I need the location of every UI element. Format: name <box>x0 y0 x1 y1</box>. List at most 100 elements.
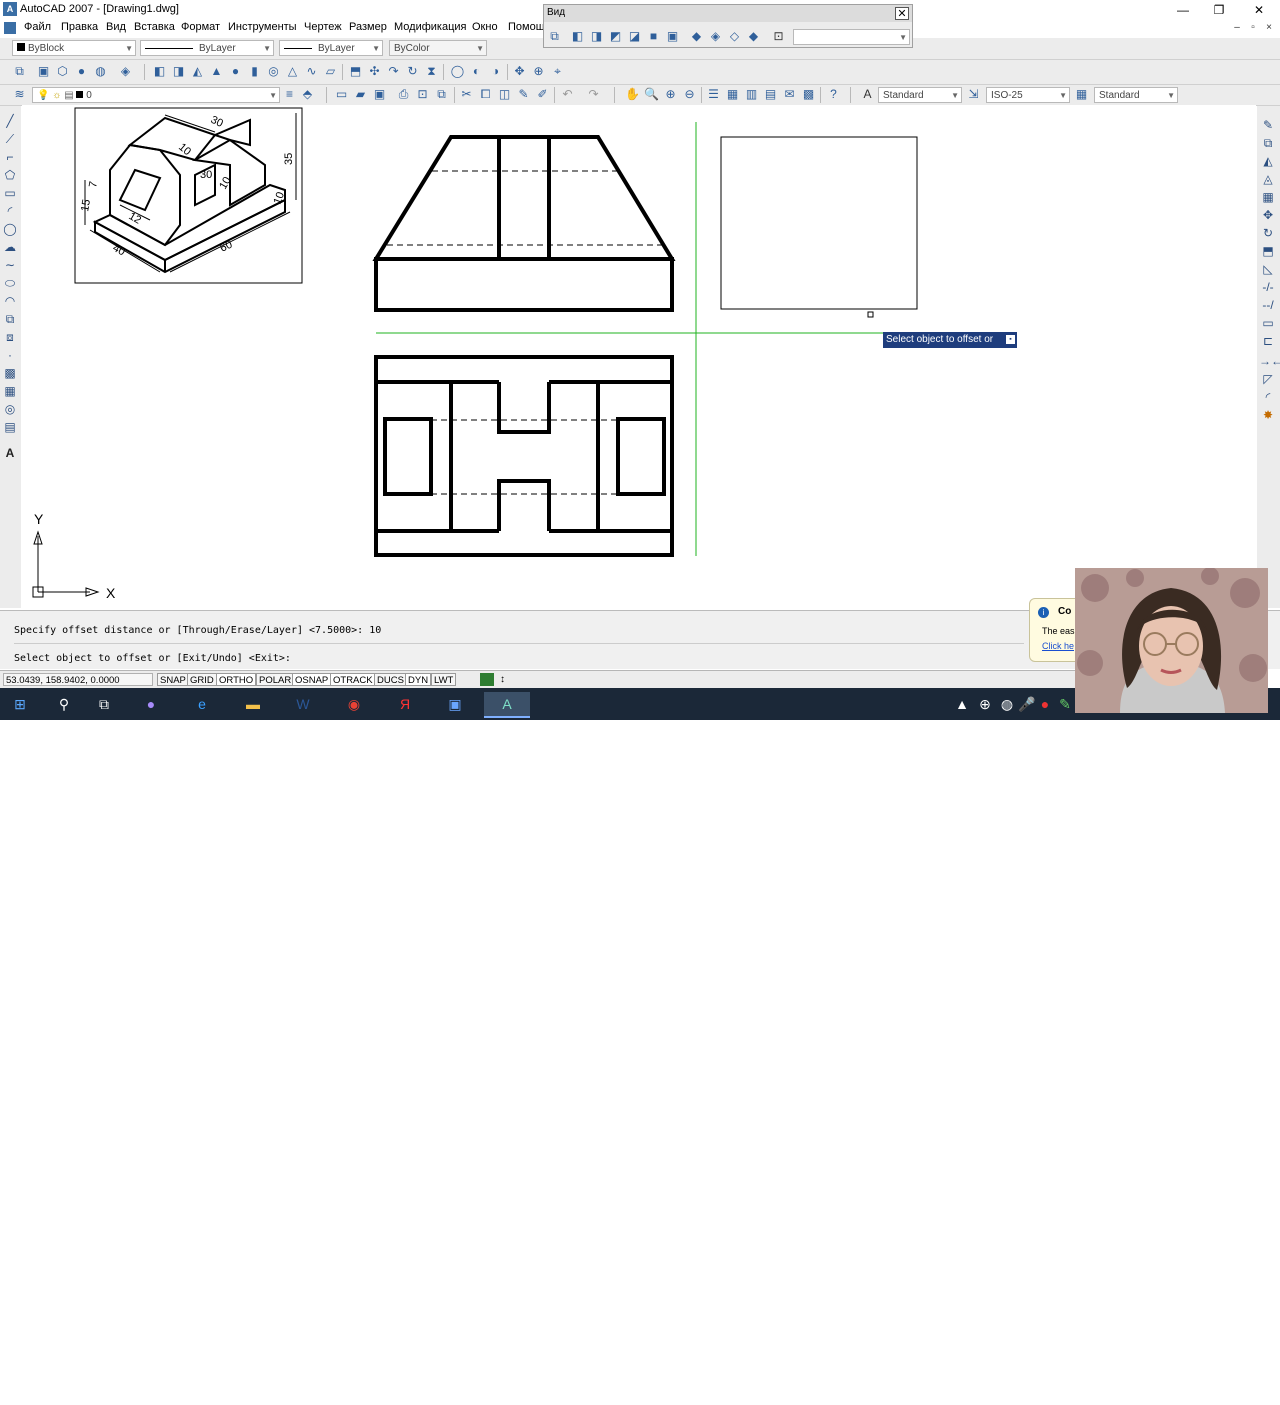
move-icon[interactable]: ✥ <box>1259 206 1277 224</box>
copy-object-icon[interactable]: ⧉ <box>1259 134 1277 152</box>
menu-insert[interactable]: Вставка <box>134 21 175 33</box>
chrome-icon[interactable]: ◉ <box>340 692 368 716</box>
lineweight-combo[interactable]: ByLayer ▼ <box>279 40 383 56</box>
3d-move-icon[interactable]: ✥ <box>512 64 527 79</box>
cube-icon[interactable]: ⬡ <box>55 64 70 79</box>
polygon-icon[interactable]: ⬠ <box>1 166 19 184</box>
workspace-icon[interactable]: ⧉ <box>12 64 27 79</box>
undo-icon[interactable]: ↶ <box>560 87 575 102</box>
scale-icon[interactable]: ⬒ <box>1259 242 1277 260</box>
subtract-icon[interactable]: ◐ <box>469 64 484 79</box>
view-combo[interactable]: ▼ <box>793 29 910 45</box>
revision-cloud-icon[interactable]: ☁ <box>1 238 19 256</box>
autocad-taskbar-icon[interactable]: A <box>484 692 530 718</box>
tool-palettes-icon[interactable]: ▥ <box>744 87 759 102</box>
linetype-combo[interactable]: ByLayer ▼ <box>140 40 274 56</box>
view-toolbar-titlebar[interactable]: Вид <box>544 5 912 22</box>
menu-view[interactable]: Вид <box>106 21 126 33</box>
circle-icon[interactable]: ◯ <box>1 220 19 238</box>
app-icon-purple[interactable]: ● <box>137 692 165 716</box>
region-icon[interactable]: ◎ <box>1 400 19 418</box>
front-view[interactable] <box>372 135 676 312</box>
layer-manager-icon[interactable]: ≋ <box>12 87 27 102</box>
color-combo[interactable]: ByBlock ▼ <box>12 40 136 56</box>
side-view-rectangle[interactable] <box>720 136 918 310</box>
polyline-icon[interactable]: ⌐ <box>1 148 19 166</box>
ducs-toggle[interactable]: DUCS <box>374 673 407 686</box>
taskbar-clock[interactable]: 17/11/2021 <box>1172 1394 1272 1405</box>
windows-start-icon[interactable]: ⊞ <box>6 692 34 716</box>
menu-dimension[interactable]: Размер <box>349 21 387 33</box>
autocad-app-icon[interactable]: A <box>3 2 17 16</box>
doc-restore-button[interactable]: ▫ <box>1246 22 1260 34</box>
help-icon[interactable]: ? <box>826 87 841 102</box>
sw-iso-icon[interactable]: ◆ <box>689 29 704 44</box>
zoom-realtime-icon[interactable]: 🔍 <box>644 87 659 102</box>
plotstyle-combo[interactable]: ByColor ▼ <box>389 40 487 56</box>
search-icon[interactable]: ⚲ <box>50 692 78 716</box>
back-view-icon[interactable]: ▣ <box>665 29 680 44</box>
3d-rotate-icon[interactable]: ⊕ <box>531 64 546 79</box>
materials-icon[interactable]: ◈ <box>118 64 133 79</box>
torus-icon[interactable]: ◎ <box>266 64 281 79</box>
cut-icon[interactable]: ✂ <box>459 87 474 102</box>
sweep-icon[interactable]: ↷ <box>386 64 401 79</box>
rotate-icon[interactable]: ↻ <box>1259 224 1277 242</box>
publish-icon[interactable]: ⧉ <box>434 87 449 102</box>
trim-icon[interactable]: -/- <box>1259 278 1277 296</box>
sheet-set-icon[interactable]: ▤ <box>763 87 778 102</box>
paste-icon[interactable]: ◫ <box>497 87 512 102</box>
planar-surface-icon[interactable]: ▱ <box>323 64 338 79</box>
copy-icon[interactable]: ⧠ <box>478 87 493 102</box>
point-icon[interactable]: · <box>1 346 19 364</box>
new-file-icon[interactable]: ▭ <box>334 87 349 102</box>
front-view-icon[interactable]: ■ <box>646 29 661 44</box>
fillet-icon[interactable]: ◜ <box>1259 388 1277 406</box>
bottom-view-icon[interactable]: ◨ <box>589 29 604 44</box>
menu-file[interactable]: Файл <box>24 21 51 33</box>
ne-iso-icon[interactable]: ◇ <box>727 29 742 44</box>
rectangle-icon[interactable]: ▭ <box>1 184 19 202</box>
save-app-icon[interactable]: ▣ <box>441 692 469 716</box>
status-menu-icon[interactable]: ↕ <box>500 673 508 686</box>
otrack-toggle[interactable]: OTRACK <box>330 673 376 686</box>
command-prompt-line[interactable]: Select object to offset or [Exit/Undo] <… <box>14 653 291 664</box>
polysolid-icon[interactable]: ◧ <box>152 64 167 79</box>
cylinder-icon[interactable]: ▮ <box>247 64 262 79</box>
break-at-point-icon[interactable]: ▭ <box>1259 314 1277 332</box>
line-icon[interactable]: ╱ <box>1 112 19 130</box>
presspull-icon[interactable]: ✣ <box>367 64 382 79</box>
close-button[interactable]: ✕ <box>1239 0 1279 20</box>
grid-toggle[interactable]: GRID <box>187 673 217 686</box>
table-style-icon[interactable]: ▦ <box>1074 87 1089 102</box>
camera-icon[interactable]: ⊡ <box>771 29 786 44</box>
pan-icon[interactable]: ✋ <box>625 87 640 102</box>
spline-icon[interactable]: ∼ <box>1 256 19 274</box>
ellipse-icon[interactable]: ⬭ <box>1 274 19 292</box>
intersect-icon[interactable]: ◑ <box>488 64 503 79</box>
insert-block-icon[interactable]: ⧉ <box>1 310 19 328</box>
table-icon[interactable]: ▤ <box>1 418 19 436</box>
nw-iso-icon[interactable]: ◆ <box>746 29 761 44</box>
word-icon[interactable]: W <box>289 692 317 716</box>
erase-icon[interactable]: ✎ <box>1259 116 1277 134</box>
zoom-window-icon[interactable]: ⊕ <box>663 87 678 102</box>
dyn-toggle[interactable]: DYN <box>405 673 432 686</box>
table-style-combo[interactable]: Standard ▼ <box>1094 87 1178 103</box>
solid-sphere-icon[interactable]: ● <box>228 64 243 79</box>
multiline-text-icon[interactable]: A <box>1 444 19 462</box>
top-view[interactable] <box>374 355 674 557</box>
menu-help[interactable]: Помощ <box>508 21 545 33</box>
snap-toggle[interactable]: SNAP <box>157 673 189 686</box>
block-editor-icon[interactable]: ✐ <box>535 87 550 102</box>
lwt-toggle[interactable]: LWT <box>431 673 457 686</box>
plot-preview-icon[interactable]: ⊡ <box>415 87 430 102</box>
extend-icon[interactable]: --/ <box>1259 296 1277 314</box>
document-icon[interactable] <box>4 22 16 34</box>
redo-icon[interactable]: ↷ <box>586 87 601 102</box>
left-view-icon[interactable]: ◩ <box>608 29 623 44</box>
construction-line-icon[interactable]: ⟋ <box>1 130 19 148</box>
layer-combo[interactable]: 💡 ☼ ▤ 0 ▼ <box>32 87 280 103</box>
tray-expand-icon[interactable]: ▲ <box>955 692 969 716</box>
osnap-toggle[interactable]: OSNAP <box>292 673 332 686</box>
